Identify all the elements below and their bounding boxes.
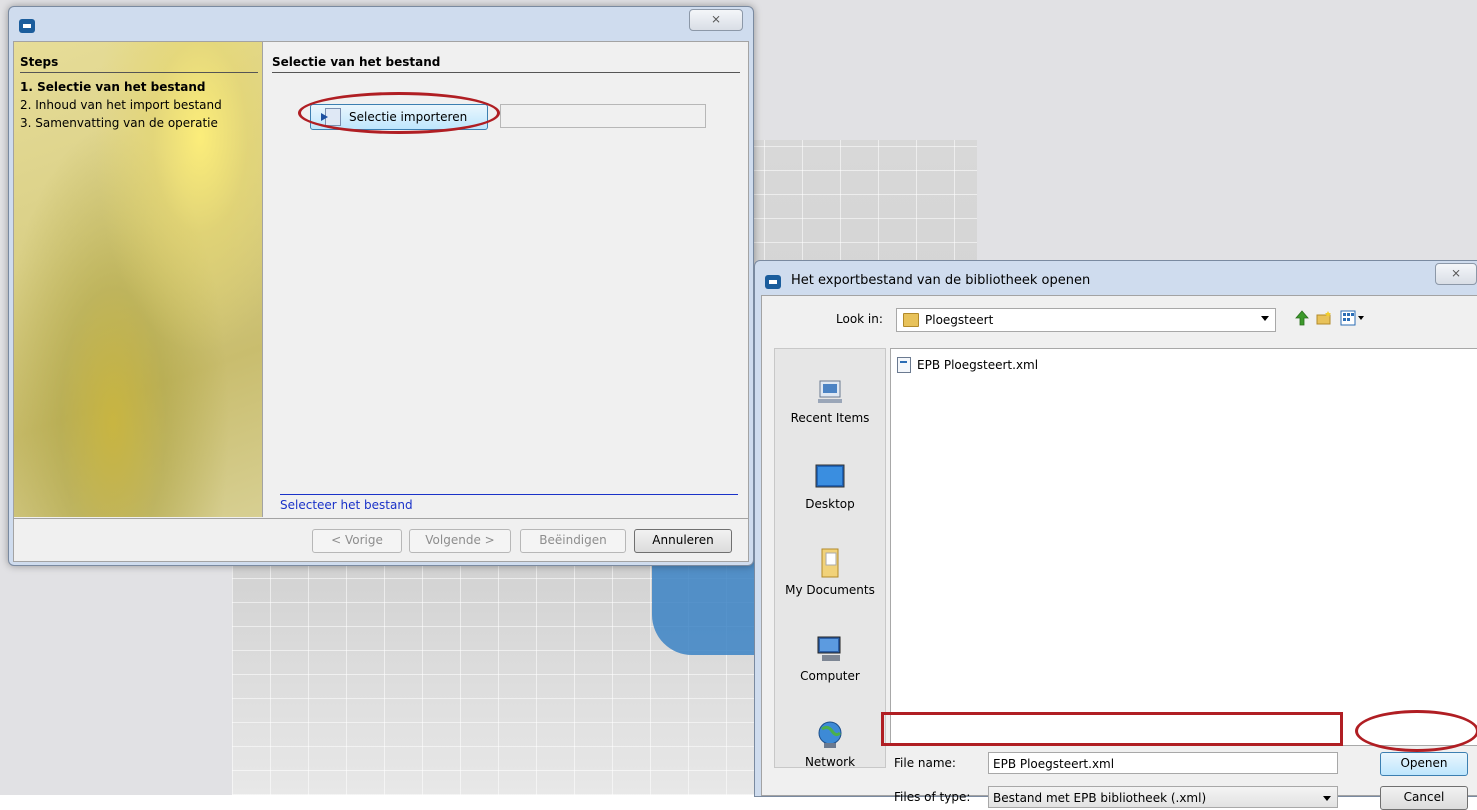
dialog-cancel-button[interactable]: Cancel bbox=[1380, 786, 1468, 810]
wizard-button-bar: < Vorige Volgende > Beëindigen Annuleren bbox=[14, 518, 748, 562]
page-title: Selectie van het bestand bbox=[272, 55, 441, 69]
places-bar: Recent Items Desktop My Documents Comput… bbox=[774, 348, 886, 769]
annotation-oval bbox=[298, 92, 500, 134]
folder-icon bbox=[903, 313, 919, 327]
step-3: 3. Samenvatting van de operatie bbox=[20, 116, 218, 130]
look-in-label: Look in: bbox=[836, 312, 883, 326]
recent-items-icon bbox=[818, 380, 842, 403]
background-blue-shape bbox=[652, 555, 762, 655]
steps-panel: Steps 1. Selectie van het bestand 2. Inh… bbox=[14, 42, 263, 517]
file-name: EPB Ploegsteert.xml bbox=[917, 358, 1039, 372]
files-of-type-label: Files of type: bbox=[894, 790, 971, 804]
finish-button[interactable]: Beëindigen bbox=[520, 529, 626, 553]
list-item[interactable]: EPB Ploegsteert.xml bbox=[897, 357, 1038, 373]
files-of-type-select[interactable]: Bestand met EPB bibliotheek (.xml) bbox=[988, 786, 1338, 808]
computer-icon bbox=[817, 636, 841, 661]
up-folder-icon[interactable] bbox=[1294, 310, 1310, 326]
place-my-documents[interactable]: My Documents bbox=[775, 547, 885, 597]
close-button[interactable]: ⨯ bbox=[689, 9, 743, 31]
divider bbox=[280, 494, 738, 495]
place-label: Desktop bbox=[805, 497, 855, 511]
view-menu-icon[interactable] bbox=[1340, 310, 1366, 326]
files-of-type-value: Bestand met EPB bibliotheek (.xml) bbox=[993, 791, 1207, 805]
chevron-down-icon bbox=[1261, 316, 1269, 321]
place-label: Network bbox=[804, 755, 856, 769]
desktop-icon bbox=[815, 464, 845, 488]
import-wizard-window: ⨯ Steps 1. Selectie van het bestand 2. I… bbox=[8, 6, 754, 566]
annotation-rectangle bbox=[881, 712, 1343, 746]
look-in-value: Ploegsteert bbox=[925, 313, 994, 327]
dialog-close-button[interactable]: ⨯ bbox=[1435, 263, 1477, 285]
previous-button[interactable]: < Vorige bbox=[312, 529, 402, 553]
file-name-label: File name: bbox=[894, 756, 956, 770]
place-recent-items[interactable]: Recent Items bbox=[775, 375, 885, 425]
look-in-select[interactable]: Ploegsteert bbox=[896, 308, 1276, 332]
next-button[interactable]: Volgende > bbox=[409, 529, 511, 553]
cancel-button[interactable]: Annuleren bbox=[634, 529, 732, 553]
place-label: My Documents bbox=[785, 583, 875, 597]
place-desktop[interactable]: Desktop bbox=[775, 461, 885, 511]
steps-title: Steps bbox=[20, 55, 59, 69]
wizard-titlebar: ⨯ bbox=[9, 7, 753, 41]
xml-file-icon bbox=[897, 357, 911, 373]
network-icon bbox=[818, 721, 842, 748]
chevron-down-icon bbox=[1323, 796, 1331, 801]
place-label: Recent Items bbox=[790, 411, 870, 425]
selected-file-field[interactable] bbox=[500, 104, 706, 128]
divider bbox=[20, 72, 258, 73]
file-list[interactable]: EPB Ploegsteert.xml bbox=[890, 348, 1477, 746]
annotation-oval bbox=[1355, 710, 1477, 752]
place-computer[interactable]: Computer bbox=[775, 633, 885, 683]
dialog-app-icon bbox=[765, 275, 781, 289]
status-text: Selecteer het bestand bbox=[280, 498, 413, 512]
step-1: 1. Selectie van het bestand bbox=[20, 80, 206, 94]
place-label: Computer bbox=[800, 669, 860, 683]
new-folder-icon[interactable] bbox=[1316, 310, 1332, 326]
documents-icon bbox=[821, 548, 839, 578]
divider bbox=[272, 72, 740, 73]
dialog-title: Het exportbestand van de bibliotheek ope… bbox=[791, 273, 1091, 288]
app-icon bbox=[19, 19, 35, 33]
file-name-input[interactable]: EPB Ploegsteert.xml bbox=[988, 752, 1338, 774]
place-network[interactable]: Network bbox=[775, 719, 885, 769]
open-button[interactable]: Openen bbox=[1380, 752, 1468, 776]
step-2: 2. Inhoud van het import bestand bbox=[20, 98, 222, 112]
